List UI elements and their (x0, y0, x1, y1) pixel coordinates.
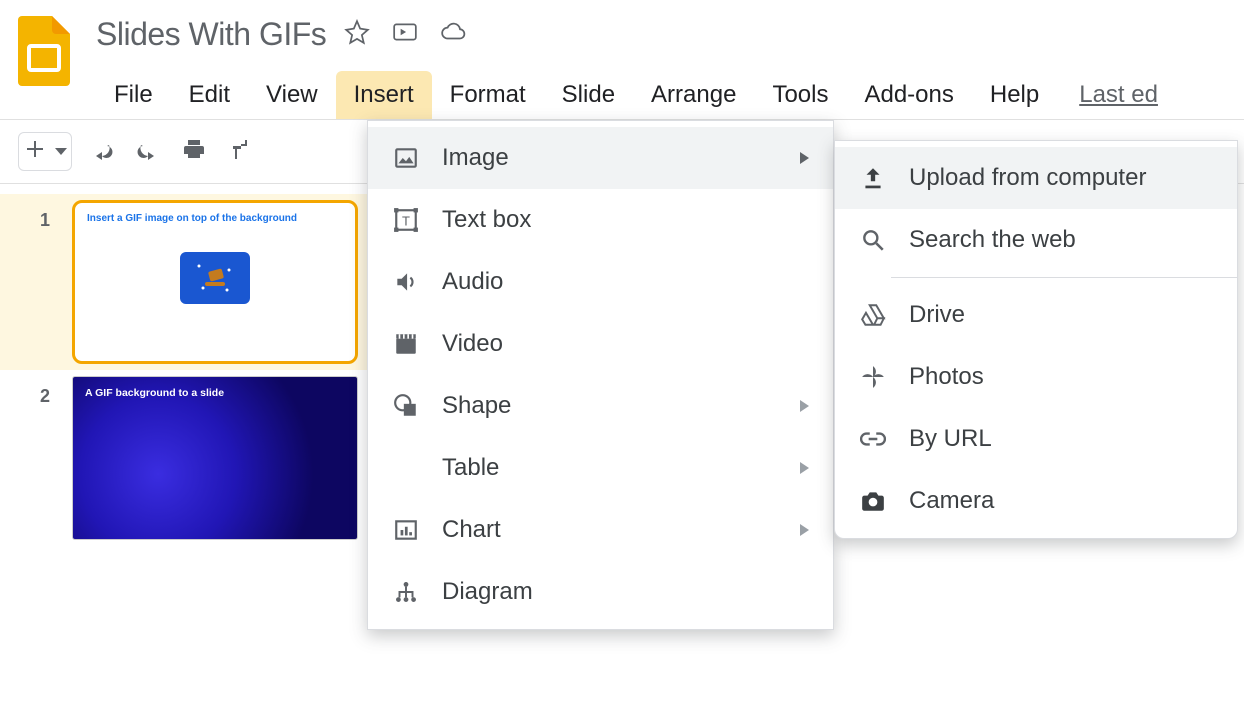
photos-icon (859, 364, 887, 390)
image-upload-label: Upload from computer (909, 164, 1213, 192)
image-photos[interactable]: Photos (835, 346, 1237, 408)
image-photos-label: Photos (909, 363, 1213, 391)
insert-table[interactable]: Table (368, 437, 833, 499)
insert-audio-label: Audio (442, 268, 809, 296)
menubar: File Edit View Insert Format Slide Arran… (96, 53, 1230, 119)
document-title[interactable]: Slides With GIFs (96, 16, 326, 53)
caret-down-icon (55, 148, 67, 155)
slide1-gif-preview (180, 252, 250, 304)
new-slide-button[interactable] (18, 132, 72, 171)
insert-diagram-label: Diagram (442, 578, 809, 606)
diagram-icon (392, 579, 420, 605)
menu-format[interactable]: Format (432, 71, 544, 119)
image-drive-label: Drive (909, 301, 1213, 329)
insert-shape[interactable]: Shape (368, 375, 833, 437)
cloud-status-icon[interactable] (440, 19, 466, 50)
redo-button[interactable] (132, 133, 164, 170)
insert-diagram[interactable]: Diagram (368, 561, 833, 623)
slides-logo[interactable] (14, 10, 74, 92)
thumbnail-row-1[interactable]: 1 Insert a GIF image on top of the backg… (0, 194, 372, 370)
thumbnail-number: 1 (40, 210, 50, 231)
image-upload[interactable]: Upload from computer (835, 147, 1237, 209)
menu-file[interactable]: File (96, 71, 171, 119)
video-icon (392, 331, 420, 357)
print-button[interactable] (178, 133, 210, 170)
menu-view[interactable]: View (248, 71, 336, 119)
plus-icon (23, 137, 47, 166)
slide-thumbnail-panel: 1 Insert a GIF image on top of the backg… (0, 184, 372, 704)
insert-image[interactable]: Image (368, 127, 833, 189)
slide2-caption: A GIF background to a slide (73, 377, 357, 409)
thumbnail-number: 2 (40, 386, 50, 407)
star-icon[interactable] (344, 19, 370, 50)
submenu-arrow-icon (800, 152, 809, 164)
image-search-label: Search the web (909, 226, 1213, 254)
submenu-arrow-icon (800, 400, 809, 412)
app-header: Slides With GIFs File Edit View Insert F… (0, 0, 1244, 119)
textbox-icon: T (392, 207, 420, 233)
image-drive[interactable]: Drive (835, 284, 1237, 346)
svg-text:T: T (402, 213, 410, 228)
undo-button[interactable] (86, 133, 118, 170)
submenu-divider (891, 277, 1237, 278)
link-icon (859, 426, 887, 452)
audio-icon (392, 269, 420, 295)
search-icon (859, 227, 887, 253)
image-url-label: By URL (909, 425, 1213, 453)
submenu-arrow-icon (800, 462, 809, 474)
menu-tools[interactable]: Tools (754, 71, 846, 119)
image-submenu: Upload from computer Search the web Driv… (834, 140, 1238, 539)
menu-edit[interactable]: Edit (171, 71, 248, 119)
image-search[interactable]: Search the web (835, 209, 1237, 271)
drive-icon (859, 302, 887, 328)
thumbnail-slide-1[interactable]: Insert a GIF image on top of the backgro… (72, 200, 358, 364)
camera-icon (859, 488, 887, 514)
menu-help[interactable]: Help (972, 71, 1057, 119)
insert-table-label: Table (442, 454, 778, 482)
image-camera[interactable]: Camera (835, 470, 1237, 532)
move-icon[interactable] (392, 19, 418, 50)
menu-slide[interactable]: Slide (544, 71, 633, 119)
insert-textbox[interactable]: T Text box (368, 189, 833, 251)
menu-insert[interactable]: Insert (336, 71, 432, 119)
image-url[interactable]: By URL (835, 408, 1237, 470)
insert-video-label: Video (442, 330, 809, 358)
insert-chart-label: Chart (442, 516, 778, 544)
insert-shape-label: Shape (442, 392, 778, 420)
insert-video[interactable]: Video (368, 313, 833, 375)
shape-icon (392, 393, 420, 419)
slide1-caption: Insert a GIF image on top of the backgro… (75, 203, 355, 234)
submenu-arrow-icon (800, 524, 809, 536)
insert-dropdown: Image T Text box Audio Video Shape Table (367, 120, 834, 630)
thumbnail-slide-2[interactable]: A GIF background to a slide (72, 376, 358, 540)
thumbnail-row-2[interactable]: 2 A GIF background to a slide (0, 370, 372, 546)
menu-addons[interactable]: Add-ons (846, 71, 971, 119)
upload-icon (859, 165, 887, 191)
chart-icon (392, 517, 420, 543)
insert-textbox-label: Text box (442, 206, 809, 234)
image-camera-label: Camera (909, 487, 1213, 515)
image-icon (392, 145, 420, 171)
insert-audio[interactable]: Audio (368, 251, 833, 313)
insert-image-label: Image (442, 144, 778, 172)
insert-chart[interactable]: Chart (368, 499, 833, 561)
paint-format-button[interactable] (224, 133, 256, 170)
last-edit-link[interactable]: Last ed (1079, 81, 1158, 109)
menu-arrange[interactable]: Arrange (633, 71, 754, 119)
